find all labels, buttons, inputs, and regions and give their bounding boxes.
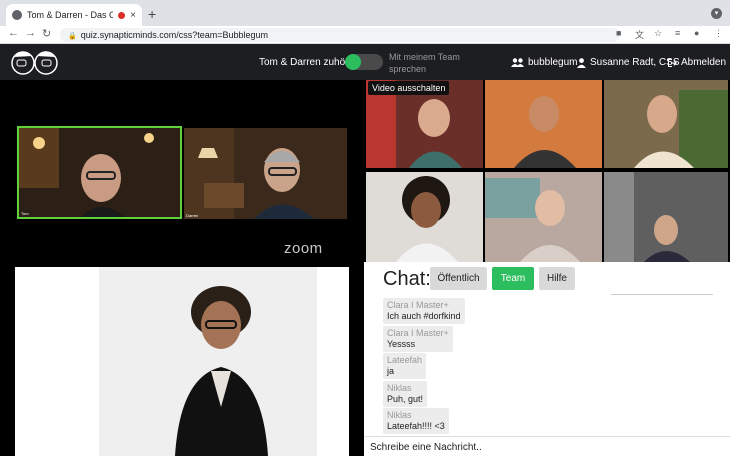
profile-image (15, 267, 349, 456)
chat-message: Lateefah ja (383, 353, 427, 379)
team-name: bubblegum (528, 57, 578, 68)
zoom-logo: zoom (284, 240, 323, 257)
chat-title: Chat: (383, 268, 431, 290)
tab-oeffentlich[interactable]: Öffentlich (430, 267, 487, 290)
browser-tab[interactable]: Tom & Darren - Das Online × (6, 4, 142, 26)
chat-message: Clara I Master+ Ich auch #dorfkind (383, 298, 465, 324)
video-off-button[interactable]: Video ausschalten (368, 81, 450, 95)
logout-button[interactable]: Abmelden (667, 57, 726, 68)
back-button[interactable]: ← (8, 27, 19, 39)
forward-button[interactable]: → (25, 27, 36, 39)
toggle-knob (345, 54, 361, 70)
team-speak-label: Mit meinem Team sprechen (389, 52, 460, 74)
host-name-tag: Darren (186, 213, 199, 218)
tab-title: Tom & Darren - Das Online (27, 10, 114, 20)
chat-divider (611, 294, 713, 295)
browser-toolbar: ← → ↻ 🔒 quiz.synapticminds.com/css?team=B… (0, 26, 730, 44)
app-header: Tom & Darren zuhören Mit meinem Team spr… (0, 44, 730, 80)
lock-icon: 🔒 (68, 33, 77, 40)
chat-message: Niklas Puh, gut! (383, 381, 428, 407)
message-author: Niklas (387, 383, 412, 393)
video-frame-darren (184, 128, 347, 219)
team-video-grid (364, 80, 730, 262)
message-text: ja (387, 366, 395, 376)
camera-icon[interactable]: ■ (616, 28, 621, 38)
translate-icon[interactable]: 文 (635, 28, 644, 41)
globe-icon (12, 10, 22, 20)
new-tab-button[interactable]: + (148, 6, 156, 22)
team-speak-toggle[interactable] (345, 54, 383, 70)
message-text: Yessss (387, 339, 416, 349)
message-author: Lateefah (387, 355, 423, 365)
chat-input[interactable]: Schreibe eine Nachricht.. (364, 436, 730, 456)
browser-tab-bar: Tom & Darren - Das Online × + ▾ (0, 0, 730, 26)
host-video-darren: Darren (184, 128, 347, 219)
host-video-panel: Tom Darren zoom (0, 80, 364, 262)
profile-photo (15, 267, 349, 456)
user-indicator: Susanne Radt, CSS (577, 57, 680, 68)
recording-icon (118, 11, 126, 19)
bookmark-star-icon[interactable]: ☆ (654, 28, 662, 39)
tab-team[interactable]: Team (492, 267, 534, 290)
team-icon (511, 58, 524, 67)
profile-icon[interactable]: ● (694, 28, 699, 38)
host-name-tag: Tom (21, 211, 29, 216)
chat-message: Clara I Master+ Yessss (383, 326, 453, 352)
message-author: Niklas (387, 410, 412, 420)
host-video-tom: Tom (17, 126, 182, 219)
message-author: Clara I Master+ (387, 300, 449, 310)
url-text: quiz.synapticminds.com/css?team=Bubblegu… (80, 30, 269, 40)
address-bar[interactable]: 🔒 quiz.synapticminds.com/css?team=Bubbleg… (60, 28, 620, 42)
user-icon (577, 57, 586, 68)
tab-hilfe[interactable]: Hilfe (539, 267, 575, 290)
menu-icon[interactable]: ⋮ (714, 28, 723, 39)
reading-list-icon[interactable]: ≡ (675, 28, 680, 38)
logout-label: Abmelden (681, 57, 727, 68)
message-text: Lateefah!!!! <3 (387, 421, 445, 431)
message-text: Puh, gut! (387, 394, 424, 404)
tab-close-button[interactable]: × (130, 10, 136, 21)
tab-search-icon[interactable]: ▾ (711, 8, 722, 19)
reload-button[interactable]: ↻ (42, 27, 51, 40)
video-frame-tom (19, 128, 180, 217)
logout-icon (668, 58, 677, 67)
team-video-tiles (366, 80, 728, 262)
chat-message: Niklas Lateefah!!!! <3 (383, 408, 449, 434)
message-text: Ich auch #dorfkind (387, 311, 461, 321)
logo (11, 51, 58, 75)
chat-panel: Chat: Öffentlich Team Hilfe Clara I Mast… (364, 262, 730, 456)
team-indicator: bubblegum (511, 57, 577, 68)
message-author: Clara I Master+ (387, 328, 449, 338)
